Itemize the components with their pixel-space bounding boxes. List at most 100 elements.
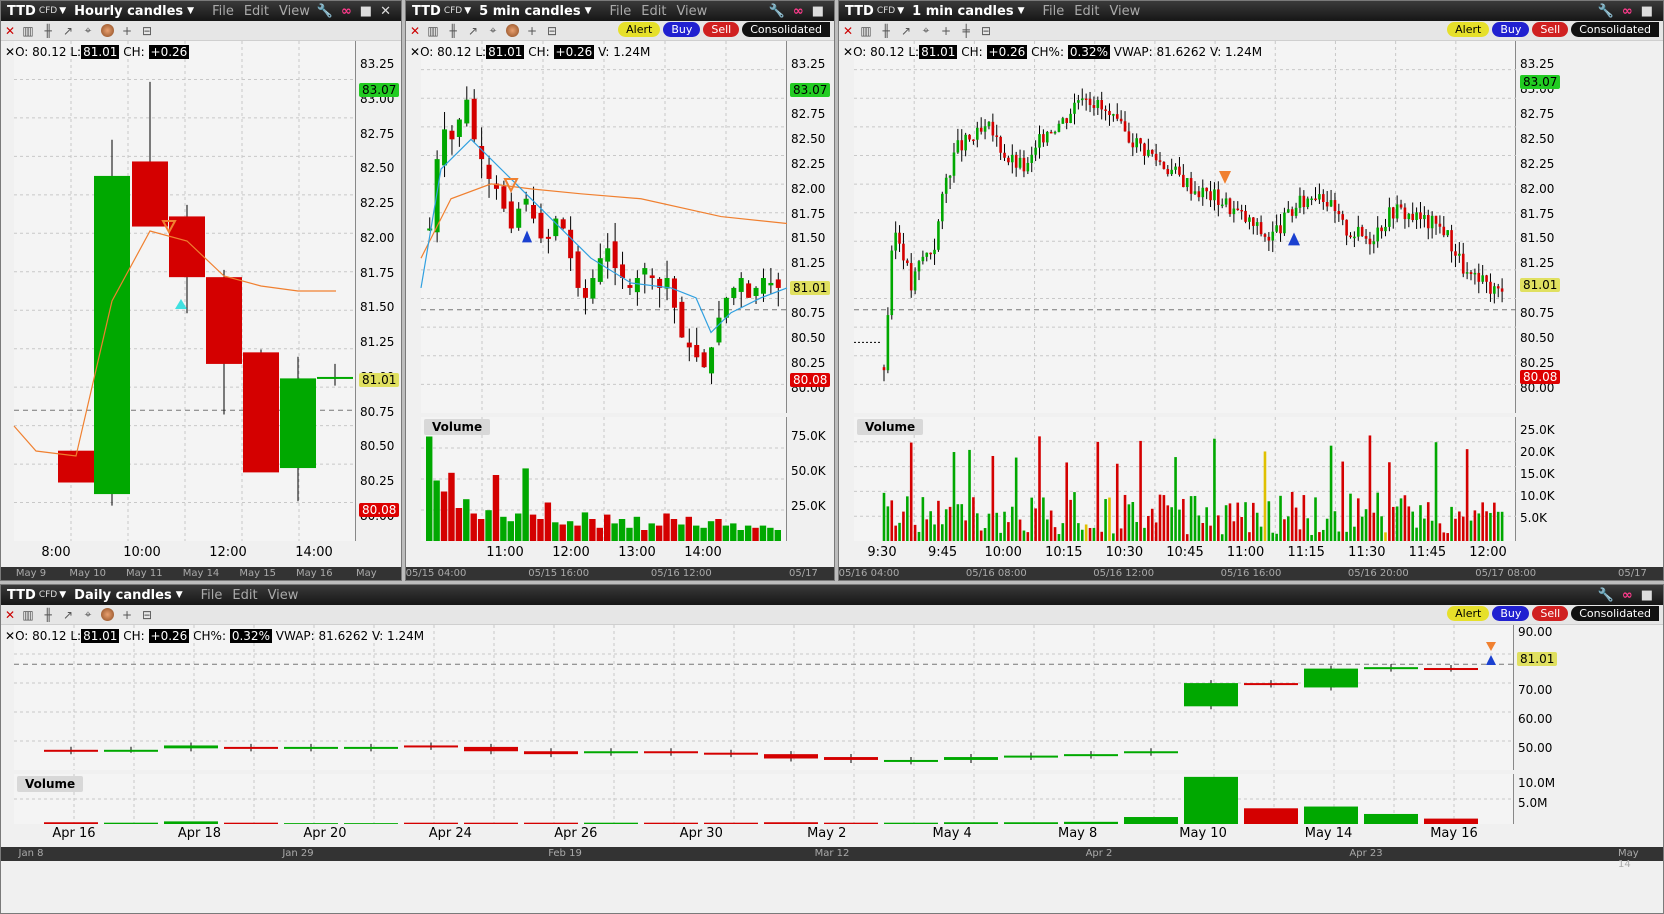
bar-chart-icon[interactable]: ▥ [21, 24, 35, 38]
symbol-dropdown-icon[interactable]: ▼ [59, 590, 66, 600]
5min-volume-area[interactable] [421, 417, 787, 541]
menu-view[interactable]: View [1109, 4, 1140, 19]
candle-icon[interactable]: ╫ [879, 24, 893, 38]
close-icon[interactable]: ✕ [843, 24, 853, 38]
daily-volume-area[interactable] [14, 774, 1514, 824]
menu-edit[interactable]: Edit [232, 588, 257, 603]
close-legend-icon[interactable]: ✕ [5, 45, 15, 59]
symbol-dropdown-icon[interactable]: ▼ [464, 6, 471, 16]
crosshair-icon[interactable]: + [525, 24, 539, 38]
close-icon[interactable]: ✕ [5, 24, 15, 38]
timeframe-dropdown-icon[interactable]: ▼ [176, 590, 183, 600]
menu-view[interactable]: View [268, 588, 299, 603]
daily-scrollbar[interactable]: Jan 8 Jan 29 Feb 19 Mar 12 Apr 2 Apr 23 May 14 [1, 847, 1663, 870]
price-tick: 83.25 [791, 57, 826, 71]
1min-scrollbar[interactable]: 05/16 04:00 05/16 08:00 05/16 12:00 05/16 1… [839, 567, 1663, 580]
menu-edit[interactable]: Edit [641, 4, 666, 19]
candle-icon[interactable]: ╫ [446, 24, 460, 38]
symbol-dropdown-icon[interactable]: ▼ [897, 6, 904, 16]
draw-icon[interactable]: ↗ [899, 24, 913, 38]
daily-plot-area[interactable] [14, 625, 1514, 770]
draw-icon[interactable]: ↗ [61, 24, 75, 38]
menu-file[interactable]: File [212, 4, 234, 19]
timeframe-dropdown-icon[interactable]: ▼ [1018, 6, 1025, 16]
close-legend-icon[interactable]: ✕ [410, 45, 420, 59]
crosshair-icon[interactable]: + [120, 608, 134, 622]
5min-scrollbar[interactable]: 05/15 04:00 05/15 16:00 05/16 12:00 05/17 0… [406, 567, 834, 580]
sell-button[interactable]: Sell [1532, 22, 1569, 37]
menu-edit[interactable]: Edit [1074, 4, 1099, 19]
draw-icon[interactable]: ↗ [466, 24, 480, 38]
close-window-icon[interactable]: ✕ [380, 4, 391, 19]
timeframe-dropdown-icon[interactable]: ▼ [187, 6, 194, 16]
candle-body [1119, 118, 1123, 122]
hourly-scrollbar[interactable]: May 9 May 10 May 11 May 14 May 15 May 16 May 1… [1, 567, 401, 580]
crosshair-ball-icon[interactable] [506, 24, 520, 37]
close-legend-icon[interactable]: ✕ [5, 629, 15, 643]
timeframe-selector[interactable]: 5 min candles [479, 4, 580, 19]
bar-chart-icon[interactable]: ▥ [859, 24, 873, 38]
settings-icon[interactable]: ⊟ [140, 608, 154, 622]
buy-button[interactable]: Buy [1492, 22, 1530, 37]
menu-view[interactable]: View [676, 4, 707, 19]
zoom-icon[interactable]: ⌖ [81, 23, 95, 38]
buy-button[interactable]: Buy [1492, 606, 1530, 621]
alert-button[interactable]: Alert [1447, 606, 1490, 621]
candle-alt-icon[interactable]: ╪ [959, 24, 973, 38]
timeframe-selector[interactable]: Hourly candles [74, 4, 183, 19]
minimize-icon[interactable]: ■ [812, 4, 824, 19]
timeframe-selector[interactable]: 1 min candles [912, 4, 1013, 19]
hourly-plot-area[interactable] [13, 41, 356, 541]
zoom-icon[interactable]: ⌖ [919, 23, 933, 38]
settings-icon[interactable]: ⊟ [140, 24, 154, 38]
timeframe-selector[interactable]: Daily candles [74, 588, 172, 603]
candle-body [1018, 157, 1022, 168]
zoom-icon[interactable]: ⌖ [486, 23, 500, 38]
1min-volume-area[interactable] [854, 417, 1516, 541]
close-icon[interactable]: ✕ [410, 24, 420, 38]
candle-icon[interactable]: ╫ [41, 24, 55, 38]
consolidated-button[interactable]: Consolidated [1571, 606, 1659, 621]
alert-button[interactable]: Alert [1447, 22, 1490, 37]
close-icon[interactable]: ✕ [5, 608, 15, 622]
zoom-icon[interactable]: ⌖ [81, 607, 95, 622]
consolidated-button[interactable]: Consolidated [742, 22, 830, 37]
minimize-icon[interactable]: ■ [1641, 4, 1653, 19]
minimize-icon[interactable]: ■ [360, 4, 372, 19]
alert-button[interactable]: Alert [618, 22, 661, 37]
link-glasses-icon[interactable]: ∞ [1622, 588, 1633, 603]
close-legend-icon[interactable]: ✕ [843, 45, 853, 59]
link-glasses-icon[interactable]: ∞ [1622, 4, 1633, 19]
menu-edit[interactable]: Edit [244, 4, 269, 19]
sell-button[interactable]: Sell [1532, 606, 1569, 621]
crosshair-ball-icon[interactable] [101, 24, 115, 37]
candle-body [404, 745, 458, 748]
minimize-icon[interactable]: ■ [1641, 588, 1653, 603]
wrench-icon[interactable]: 🔧 [769, 4, 785, 19]
menu-file[interactable]: File [201, 588, 223, 603]
crosshair-ball-icon[interactable] [101, 608, 115, 621]
settings-icon[interactable]: ⊟ [979, 24, 993, 38]
crosshair-icon[interactable]: + [120, 24, 134, 38]
bar-chart-icon[interactable]: ▥ [21, 608, 35, 622]
menu-file[interactable]: File [1042, 4, 1064, 19]
sell-button[interactable]: Sell [703, 22, 740, 37]
wrench-icon[interactable]: 🔧 [1598, 4, 1614, 19]
crosshair-icon[interactable]: + [939, 24, 953, 38]
symbol-dropdown-icon[interactable]: ▼ [59, 6, 66, 16]
link-glasses-icon[interactable]: ∞ [793, 4, 804, 19]
wrench-icon[interactable]: 🔧 [1598, 588, 1614, 603]
candle-icon[interactable]: ╫ [41, 608, 55, 622]
1min-plot-area[interactable] [854, 41, 1516, 413]
menu-view[interactable]: View [279, 4, 310, 19]
timeframe-dropdown-icon[interactable]: ▼ [585, 6, 592, 16]
settings-icon[interactable]: ⊟ [545, 24, 559, 38]
menu-file[interactable]: File [609, 4, 631, 19]
draw-icon[interactable]: ↗ [61, 608, 75, 622]
5min-plot-area[interactable] [420, 41, 788, 413]
bar-chart-icon[interactable]: ▥ [426, 24, 440, 38]
buy-button[interactable]: Buy [663, 22, 701, 37]
link-glasses-icon[interactable]: ∞ [341, 4, 352, 19]
wrench-icon[interactable]: 🔧 [317, 4, 333, 19]
consolidated-button[interactable]: Consolidated [1571, 22, 1659, 37]
